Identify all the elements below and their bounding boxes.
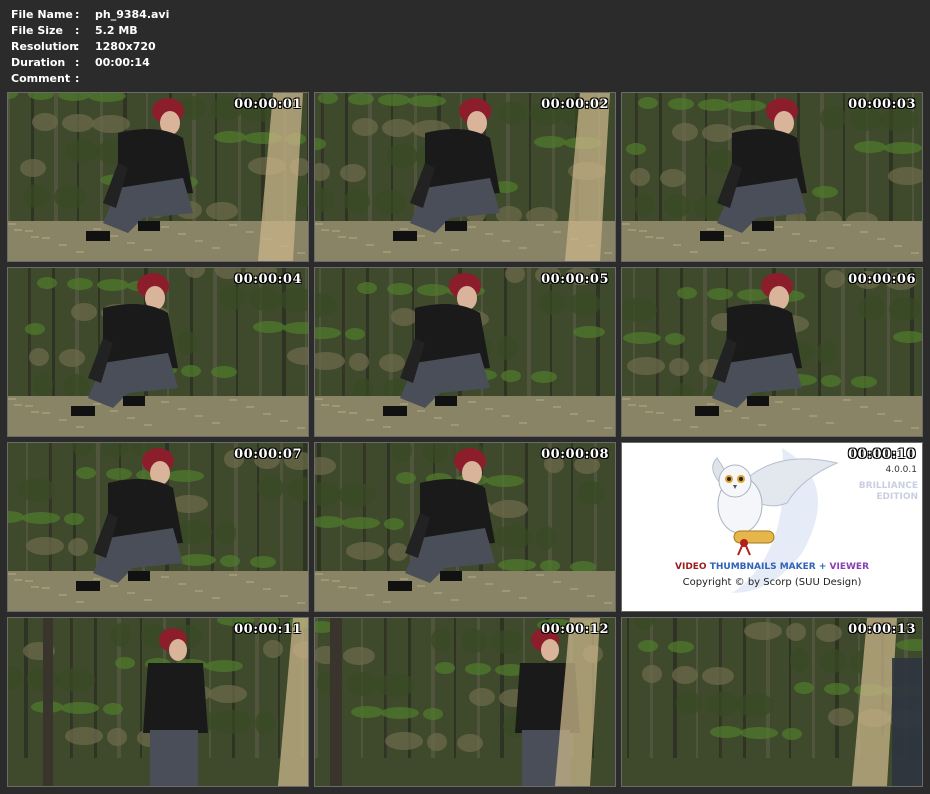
thumbnail-frame[interactable]: 00:00:03 bbox=[621, 92, 923, 262]
video-frame-image bbox=[315, 618, 615, 786]
frame-timestamp: 00:00:05 bbox=[541, 272, 609, 287]
thumbnail-frame[interactable]: 00:00:08 bbox=[314, 442, 616, 612]
logo-brand-part: THUMBNAILS MAKER bbox=[709, 562, 816, 572]
file-info-row: Duration: 00:00:14 bbox=[11, 55, 169, 71]
file-info-row: File Name: ph_9384.avi bbox=[11, 7, 169, 23]
file-info-value: 5.2 MB bbox=[95, 24, 138, 37]
frame-timestamp: 00:00:02 bbox=[541, 97, 609, 112]
thumbnail-frame[interactable]: 00:00:06 bbox=[621, 267, 923, 437]
video-frame-image bbox=[8, 268, 308, 436]
frame-timestamp: 00:00:07 bbox=[234, 447, 302, 462]
file-info-row: Comment: bbox=[11, 71, 169, 87]
video-frame-image bbox=[8, 443, 308, 611]
file-info-panel: File Name: ph_9384.avi File Size: 5.2 MB Res… bbox=[11, 7, 169, 87]
file-info-value: 00:00:14 bbox=[95, 56, 150, 69]
file-info-label: Comment bbox=[11, 72, 71, 85]
thumbnail-frame[interactable]: 00:00:13 bbox=[621, 617, 923, 787]
video-frame-image bbox=[8, 93, 308, 261]
file-info-label: File Size bbox=[11, 24, 63, 37]
frame-timestamp: 00:00:01 bbox=[234, 97, 302, 112]
file-info-value: 1280x720 bbox=[95, 40, 156, 53]
frame-timestamp: 00:00:12 bbox=[541, 622, 609, 637]
logo-copyright: Copyright © by Scorp (SUU Design) bbox=[682, 577, 862, 588]
logo-edition-line2: EDITION bbox=[876, 492, 918, 502]
file-info-label: Resolution bbox=[11, 40, 78, 53]
file-info-colon: : bbox=[75, 40, 80, 53]
file-info-colon: : bbox=[75, 8, 80, 21]
video-frame-image bbox=[622, 93, 922, 261]
logo-edition-line1: BRILLIANCE bbox=[858, 481, 918, 491]
frame-timestamp: 00:00:08 bbox=[541, 447, 609, 462]
thumbnail-frame[interactable]: 00:00:01 bbox=[7, 92, 309, 262]
video-frame-image bbox=[8, 618, 308, 786]
file-info-colon: : bbox=[75, 72, 80, 85]
thumbnail-frame[interactable]: 00:00:05 bbox=[314, 267, 616, 437]
file-info-row: File Size: 5.2 MB bbox=[11, 23, 169, 39]
thumbnail-grid: 00:00:01 00:00:02 00:00:03 00:00:04 00:00:05… bbox=[7, 92, 923, 787]
frame-timestamp: 00:00:06 bbox=[848, 272, 916, 287]
file-info-colon: : bbox=[75, 56, 80, 69]
thumbnail-logo-frame[interactable]: 00:00:10 4.0.0.1 BRILLIANCE EDITION VIDEO TH… bbox=[621, 442, 923, 612]
file-info-row: Resolution: 1280x720 bbox=[11, 39, 169, 55]
file-info-value: ph_9384.avi bbox=[95, 8, 170, 21]
video-frame-image bbox=[315, 443, 615, 611]
logo-brand-part: VIDEO bbox=[675, 562, 707, 572]
logo-edition: BRILLIANCE EDITION bbox=[859, 481, 918, 503]
video-frame-image bbox=[315, 93, 615, 261]
frame-timestamp: 00:00:13 bbox=[848, 622, 916, 637]
logo-brand-title: VIDEO THUMBNAILS MAKER + VIEWER bbox=[622, 562, 922, 572]
thumbnail-frame[interactable]: 00:00:02 bbox=[314, 92, 616, 262]
file-info-colon: : bbox=[75, 24, 80, 37]
video-frame-image bbox=[622, 618, 922, 786]
file-info-label: Duration bbox=[11, 56, 66, 69]
frame-timestamp: 00:00:03 bbox=[848, 97, 916, 112]
logo-brand-part: VIEWER bbox=[829, 562, 869, 572]
thumbnail-frame[interactable]: 00:00:04 bbox=[7, 267, 309, 437]
video-frame-image bbox=[622, 268, 922, 436]
frame-timestamp: 00:00:11 bbox=[234, 622, 302, 637]
thumbnail-frame[interactable]: 00:00:12 bbox=[314, 617, 616, 787]
thumbnail-frame[interactable]: 00:00:07 bbox=[7, 442, 309, 612]
logo-version: 4.0.0.1 bbox=[885, 465, 918, 475]
file-info-label: File Name bbox=[11, 8, 73, 21]
frame-timestamp: 00:00:04 bbox=[234, 272, 302, 287]
video-frame-image bbox=[315, 268, 615, 436]
logo-brand-part: + bbox=[818, 562, 827, 572]
frame-timestamp: 00:00:10 bbox=[848, 447, 916, 462]
thumbnail-frame[interactable]: 00:00:11 bbox=[7, 617, 309, 787]
